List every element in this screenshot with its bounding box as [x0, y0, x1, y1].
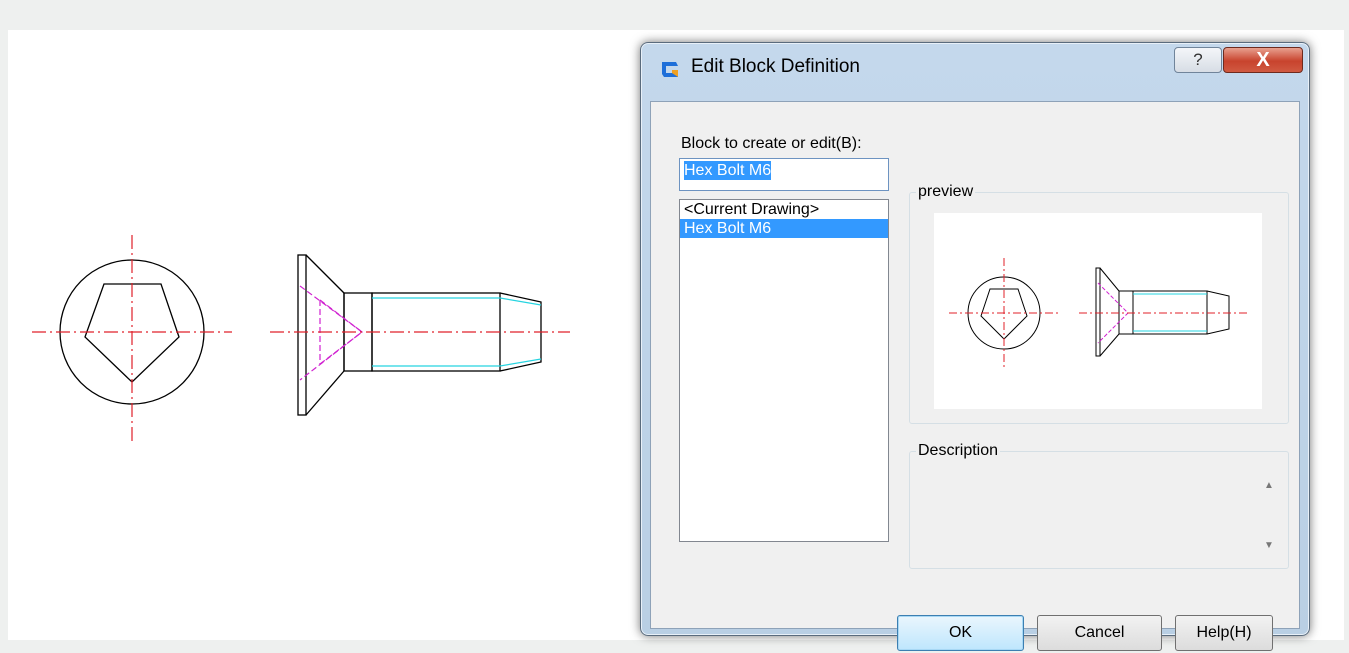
gstarcad-logo-icon: [662, 62, 678, 77]
bolt-drawing: [32, 235, 570, 445]
dialog-client-area: Block to create or edit(B): Hex Bolt M6 …: [650, 101, 1300, 651]
ok-button[interactable]: OK: [897, 615, 1024, 651]
close-icon: X: [1256, 48, 1270, 71]
preview-label: preview: [916, 183, 976, 201]
block-name-value: Hex Bolt M6: [684, 161, 772, 180]
help-button-label: Help(H): [1196, 624, 1252, 641]
description-scrollbar[interactable]: ▲ ▼: [1260, 472, 1280, 562]
preview-drawing: [949, 258, 1247, 368]
question-icon: ?: [1193, 50, 1203, 69]
dialog-titlebar[interactable]: Edit Block Definition ? X: [641, 43, 1309, 101]
preview-group: preview: [909, 183, 1289, 424]
block-name-label: Block to create or edit(B):: [681, 135, 862, 152]
block-name-input[interactable]: Hex Bolt M6: [679, 158, 889, 191]
preview-pane: [934, 213, 1262, 409]
description-label: Description: [916, 442, 1001, 460]
cancel-button-label: Cancel: [1074, 624, 1125, 641]
help-titlebar-button[interactable]: ?: [1174, 47, 1222, 73]
description-text[interactable]: [914, 466, 1244, 562]
description-group: Description ▲ ▼: [909, 442, 1289, 569]
list-item-current-drawing[interactable]: <Current Drawing>: [680, 200, 888, 219]
scroll-down-arrow-icon[interactable]: ▼: [1264, 540, 1274, 551]
help-button[interactable]: Help(H): [1175, 615, 1273, 651]
bolt-end-view: [32, 235, 232, 445]
edit-block-definition-dialog[interactable]: Edit Block Definition ? X Block to creat…: [640, 42, 1310, 651]
bolt-side-view: [270, 254, 570, 416]
scroll-up-arrow-icon[interactable]: ▲: [1264, 480, 1274, 491]
ok-button-label: OK: [948, 624, 973, 641]
list-item-hex-bolt[interactable]: Hex Bolt M6: [680, 219, 888, 238]
block-list[interactable]: <Current Drawing> Hex Bolt M6: [679, 199, 889, 542]
cancel-button[interactable]: Cancel: [1037, 615, 1162, 651]
dialog-title: Edit Block Definition: [691, 56, 860, 77]
close-button[interactable]: X: [1223, 47, 1303, 73]
